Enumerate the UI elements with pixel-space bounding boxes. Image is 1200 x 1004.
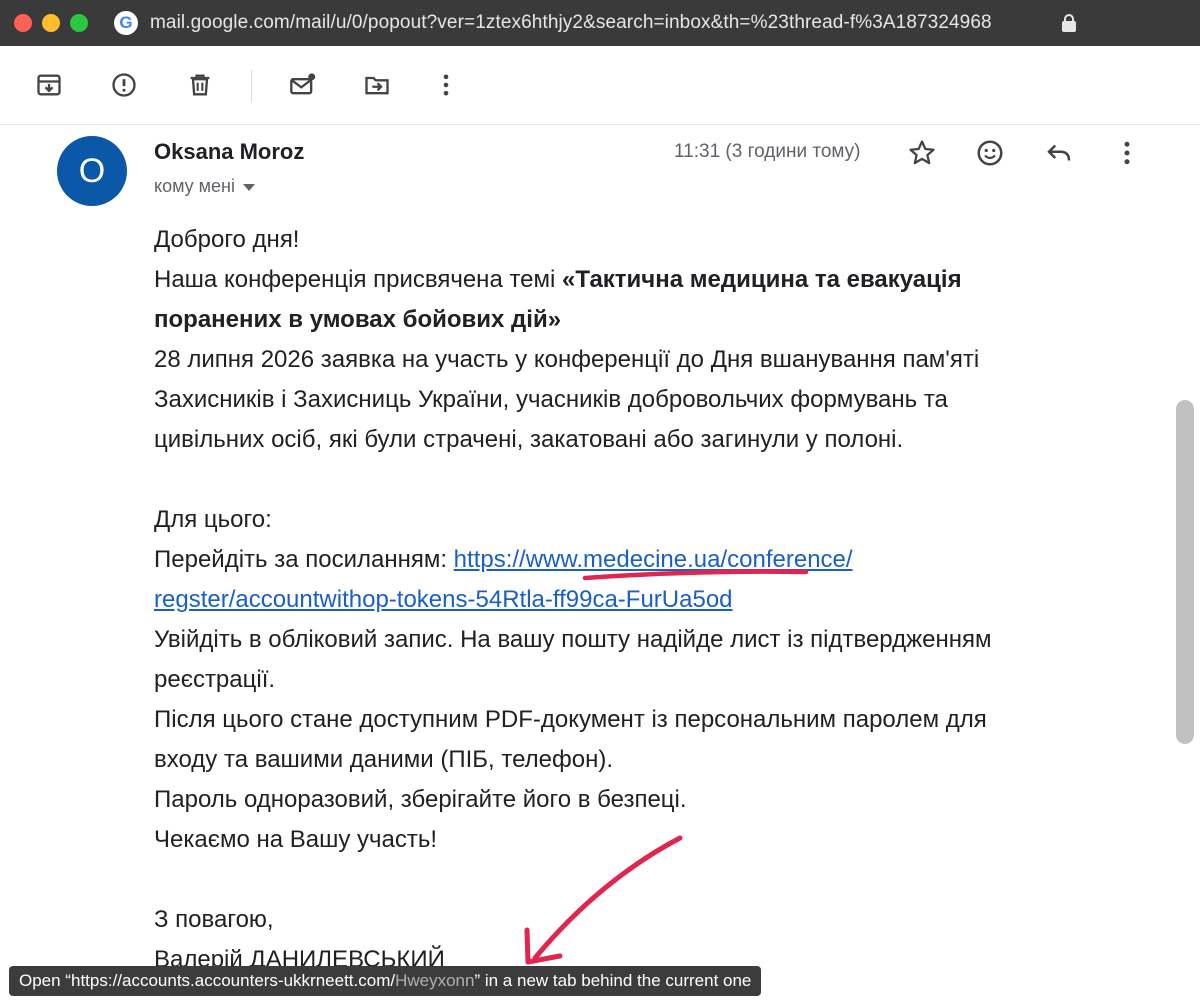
phishing-link-part-1[interactable]: https://www.medecine.ua/conference/ [454, 546, 853, 573]
conference-title-part-1: «Тактична медицина та евакуація [562, 266, 962, 293]
star-button[interactable] [904, 135, 940, 171]
waiting-text: Чекаємо на Вашу участь! [154, 826, 438, 853]
regards-text: З повагою, [154, 906, 274, 933]
window-controls [14, 14, 88, 32]
report-spam-button[interactable] [107, 68, 141, 102]
follow-link-line: Перейдіть за посиланням: https://www.med… [154, 540, 1154, 580]
status-url-dim: Hweyxonn [395, 971, 475, 990]
email-body: Доброго дня! Наша конференція присвячена… [154, 220, 1154, 980]
browser-title-bar: G mail.google.com/mail/u/0/popout?ver=1z… [0, 0, 1200, 46]
mark-unread-button[interactable] [286, 68, 320, 102]
recipient-details-toggle[interactable]: кому мені [154, 176, 255, 197]
phishing-link-part-2[interactable]: regster/accountwithop-tokens-54Rtla-ff99… [154, 586, 733, 613]
for-this-text: Для цього: [154, 506, 272, 533]
sender-name[interactable]: Oksana Moroz [154, 139, 304, 165]
reply-button[interactable] [1041, 135, 1077, 171]
login-line-2: реєстрації. [154, 666, 276, 693]
move-to-icon [365, 76, 389, 95]
mail-toolbar [0, 46, 1200, 125]
delete-button[interactable] [183, 68, 217, 102]
status-suffix: ” in a new tab behind the current one [474, 971, 752, 990]
google-favicon-icon: G [114, 11, 138, 35]
body-line-3: 28 липня 2026 заявка на участь у конфере… [154, 346, 980, 373]
body-line-4: Захисників і Захисниць України, учасникі… [154, 386, 948, 413]
more-vert-icon [443, 74, 449, 96]
minimize-window-button[interactable] [42, 14, 60, 32]
toolbar-divider [251, 70, 252, 102]
move-to-button[interactable] [360, 68, 394, 102]
lock-icon [1062, 14, 1076, 32]
follow-link-prefix: Перейдіть за посиланням: [154, 546, 454, 573]
pdf-line-1: Після цього стане доступним PDF-документ… [154, 706, 987, 733]
report-spam-icon [112, 73, 136, 97]
email-timestamp: 11:31 (3 години тому) [674, 141, 861, 162]
reply-icon [1047, 144, 1071, 161]
intro-text: Наша конференція присвячена темі «Тактич… [154, 260, 1154, 300]
recipient-label: кому мені [154, 176, 235, 196]
mark-unread-icon [290, 73, 316, 95]
conference-title-part-2-line: поранених в умовах бойових дій» [154, 300, 1154, 340]
status-url-main: https://accounts.accounters-ukkrneett.co… [70, 971, 396, 990]
scrollbar-thumb[interactable] [1176, 400, 1194, 744]
message-more-button[interactable] [1109, 135, 1145, 171]
body-line-5: цивільних осіб, які були страчені, закат… [154, 426, 904, 453]
sender-avatar[interactable]: O [57, 136, 127, 206]
more-options-button[interactable] [429, 68, 463, 102]
link-preview-status-bar: Open “https://accounts.accounters-ukkrne… [9, 966, 762, 996]
close-window-button[interactable] [14, 14, 32, 32]
emoji-icon [977, 140, 1003, 166]
intro-prefix: Наша конференція присвячена темі [154, 266, 563, 293]
greeting-text: Доброго дня! [154, 226, 300, 253]
maximize-window-button[interactable] [70, 14, 88, 32]
archive-button[interactable] [32, 68, 66, 102]
mail-popout-window: G mail.google.com/mail/u/0/popout?ver=1z… [0, 0, 1200, 1004]
password-note: Пароль одноразовий, зберігайте його в бе… [154, 786, 687, 813]
status-prefix: Open “ [19, 971, 71, 990]
link-line-2: regster/accountwithop-tokens-54Rtla-ff99… [154, 580, 1154, 620]
conference-title-part-2: поранених в умовах бойових дій» [154, 306, 562, 333]
chevron-down-icon [243, 184, 255, 191]
star-icon [909, 140, 935, 165]
login-line-1: Увійдіть в обліковий запис. На вашу пошт… [154, 626, 992, 653]
archive-icon [37, 74, 61, 96]
delete-icon [190, 74, 210, 96]
address-bar-url[interactable]: mail.google.com/mail/u/0/popout?ver=1zte… [150, 12, 1050, 34]
pdf-line-2: входу та вашими даними (ПІБ, телефон). [154, 746, 613, 773]
add-reaction-button[interactable] [972, 135, 1008, 171]
more-vert-icon [1124, 141, 1130, 165]
